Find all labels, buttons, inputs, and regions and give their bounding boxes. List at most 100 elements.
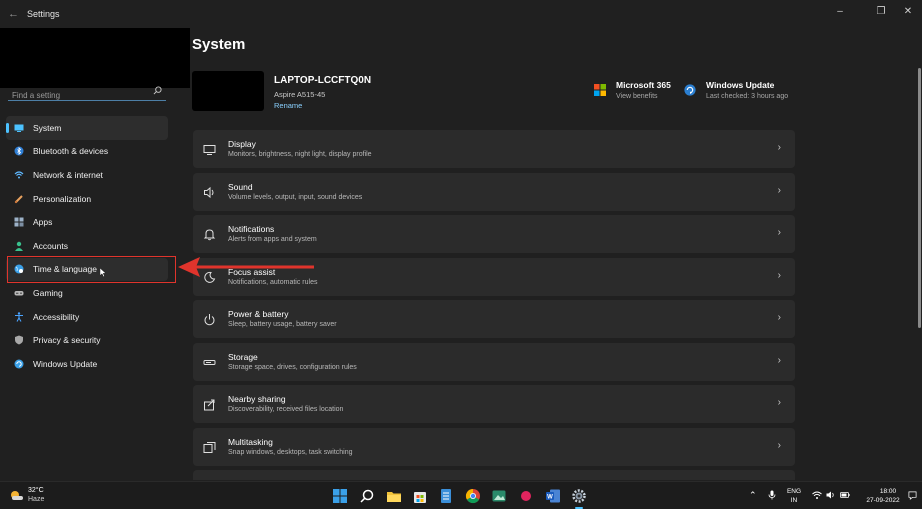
annotation-arrow [178,257,314,277]
microsoft-logo-icon [594,84,606,96]
window-title: Settings [27,9,60,19]
notepad-icon[interactable] [438,488,454,504]
rename-link[interactable]: Rename [274,101,302,110]
device-model: Aspire A515-45 [274,90,326,99]
microphone-icon[interactable] [767,490,777,500]
svg-text:W: W [547,495,553,501]
sidebar-item-network-internet[interactable]: Network & internet [6,163,168,187]
sidebar-item-personalization[interactable]: Personalization [6,187,168,211]
chevron-right-icon: › [777,312,781,323]
keyboard-layout[interactable]: IN [785,497,803,504]
search-input[interactable] [8,88,146,103]
card-title: Multitasking [228,436,273,447]
sidebar-item-label: Accounts [33,240,68,251]
volume-icon[interactable] [826,490,836,500]
system-icon [14,124,24,132]
device-image [192,71,264,111]
speaker-icon [204,186,214,198]
sidebar-item-apps[interactable]: Apps [6,210,168,234]
store-icon[interactable] [412,488,428,504]
notification-icon[interactable] [908,491,917,500]
back-arrow-icon[interactable]: ← [8,8,19,20]
settings-icon[interactable] [571,488,587,504]
person-icon [15,241,23,251]
search-icon[interactable] [359,488,375,504]
sidebar-item-privacy-security[interactable]: Privacy & security [6,328,168,352]
brush-icon [14,194,23,203]
chevron-up-icon[interactable]: ⌃ [749,490,759,500]
sidebar-item-accessibility[interactable]: Accessibility [6,305,168,329]
bluetooth-icon [14,146,24,156]
card-subtitle: Notifications, automatic rules [228,278,318,286]
language-indicator[interactable]: ENG [785,488,803,495]
sidebar-item-accounts[interactable]: Accounts [6,234,168,258]
maximize-icon[interactable]: ❐ [871,4,891,20]
card-title: Storage [228,351,258,362]
weather-temperature[interactable]: 32°C [28,487,44,494]
chevron-right-icon: › [777,439,781,451]
update-icon [14,359,24,369]
sidebar-nav: System Bluetooth & devices Network & int… [6,116,168,376]
card-title: Nearby sharing [228,394,286,404]
accessibility-icon [15,311,23,322]
card-partial [193,470,795,480]
card-subtitle: Discoverability, received files location [228,406,344,413]
sun-haze-icon[interactable] [9,489,23,501]
card-power-battery[interactable]: Power & battery Sleep, battery usage, ba… [193,300,795,338]
close-icon[interactable]: ✕ [898,4,918,20]
sidebar-item-windows-update[interactable]: Windows Update [6,352,168,376]
file-explorer-icon[interactable] [386,488,402,504]
card-sound[interactable]: Sound Volume levels, output, input, soun… [193,172,795,211]
user-profile-redacted [0,28,190,88]
card-subtitle: Alerts from apps and system [228,236,317,243]
tile-title: Microsoft 365 [616,80,671,90]
clock-date[interactable]: 27-09-2022 [862,497,904,504]
sidebar-item-bluetooth-devices[interactable]: Bluetooth & devices [6,140,168,164]
card-subtitle: Sleep, battery usage, battery saver [228,321,337,328]
app-red-icon[interactable] [518,488,534,504]
page-title: System [192,36,246,53]
card-notifications[interactable]: Notifications Alerts from apps and syste… [193,215,795,253]
mouse-cursor-icon [100,268,106,277]
battery-icon[interactable] [840,490,850,500]
card-title: Power & battery [228,309,289,319]
taskbar: 32°C Haze W ⌃ ENG IN 18:00 27-09-2022 [0,481,922,509]
chrome-icon[interactable] [465,488,481,504]
gamepad-icon [14,290,24,296]
card-subtitle: Snap windows, desktops, task switching [228,448,353,456]
multitask-icon [203,441,216,453]
weather-description[interactable]: Haze [28,496,44,503]
card-display[interactable]: Display Monitors, brightness, night ligh… [193,130,795,168]
settings-list: Display Monitors, brightness, night ligh… [193,130,795,485]
sidebar-item-label: Personalization [33,193,92,204]
photos-icon[interactable] [491,488,507,504]
card-nearby-sharing[interactable]: Nearby sharing Discoverability, received… [193,385,795,423]
chevron-right-icon: › [777,142,781,153]
clock-time[interactable]: 18:00 [872,488,904,495]
sidebar-item-label: Bluetooth & devices [33,146,109,157]
search-icon[interactable] [153,86,162,95]
word-icon[interactable]: W [545,488,561,504]
card-title: Display [228,139,256,149]
chevron-right-icon: › [777,397,781,408]
windows-update-icon [684,84,696,96]
card-subtitle: Volume levels, output, input, sound devi… [228,193,363,201]
card-storage[interactable]: Storage Storage space, drives, configura… [193,342,795,381]
sidebar-item-label: Windows Update [33,358,98,369]
device-name: LAPTOP-LCCFTQ0N [274,75,372,86]
tile-subtitle: View benefits [616,93,658,100]
start-icon[interactable] [332,488,348,504]
scrollbar[interactable] [918,68,921,328]
wifi-icon[interactable] [812,490,822,500]
sidebar-item-label: Network & internet [33,169,103,180]
sidebar-item-system[interactable]: System [6,116,168,140]
title-bar: ← Settings – ❐ ✕ [0,0,922,28]
chevron-right-icon: › [777,184,781,196]
tile-subtitle: Last checked: 3 hours ago [706,93,789,100]
sidebar-item-gaming[interactable]: Gaming [6,281,168,305]
search-box[interactable] [8,85,166,103]
card-multitasking[interactable]: Multitasking Snap windows, desktops, tas… [193,427,795,466]
sidebar-item-label: Privacy & security [33,335,101,346]
minimize-icon[interactable]: – [830,4,850,20]
chevron-right-icon: › [777,227,781,238]
